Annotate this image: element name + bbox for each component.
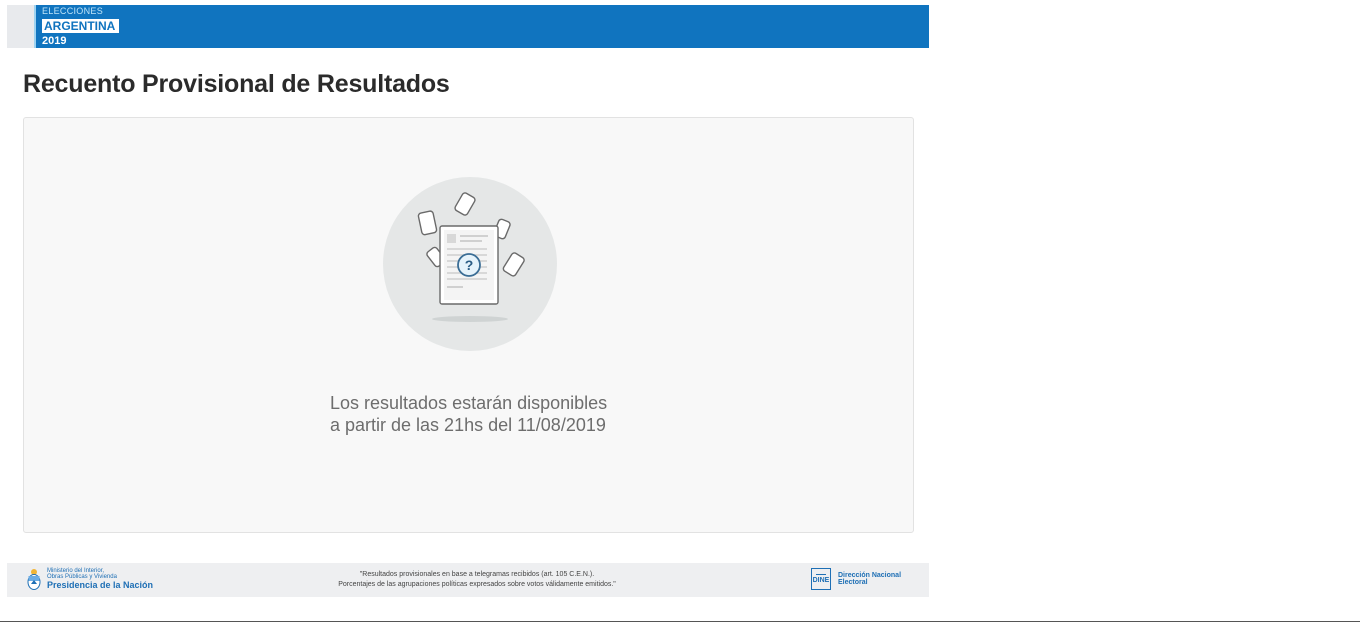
elections-logo: ELECCIONES ARGENTINA 2019 xyxy=(42,6,120,47)
disclaimer-line-2: Porcentajes de las agrupaciones política… xyxy=(338,581,616,588)
logo-stripe xyxy=(7,5,34,48)
results-availability-message: Los resultados estarán disponibles a par… xyxy=(330,392,607,436)
coat-of-arms-icon xyxy=(27,569,41,590)
dine-line-1: Dirección Nacional xyxy=(838,572,902,579)
disclaimer-line-1: "Resultados provisionales en base a tele… xyxy=(359,571,595,578)
logo-line-year: 2019 xyxy=(42,35,67,47)
dine-badge: DINE xyxy=(811,568,831,590)
message-line-2: a partir de las 21hs del 11/08/2019 xyxy=(330,415,606,435)
ballot-question-icon: ? xyxy=(382,176,558,352)
footer: Ministerio del Interior, Obras Públicas … xyxy=(7,563,929,597)
logo-line-elecciones: ELECCIONES xyxy=(42,6,104,16)
dine-line-2: Electoral xyxy=(838,579,868,586)
logo-line-argentina: ARGENTINA xyxy=(42,19,120,33)
results-card: ? Los resultados estarán disponibles a p… xyxy=(23,117,914,533)
header-banner: ELECCIONES ARGENTINA 2019 xyxy=(7,5,929,48)
svg-text:?: ? xyxy=(465,257,474,273)
logo-bars xyxy=(34,5,40,48)
ministry-logo[interactable]: Ministerio del Interior, Obras Públicas … xyxy=(27,568,153,590)
page: ELECCIONES ARGENTINA 2019 Recuento Provi… xyxy=(0,0,1360,624)
message-line-1: Los resultados estarán disponibles xyxy=(330,393,608,413)
bottom-divider xyxy=(0,621,1360,622)
page-title: Recuento Provisional de Resultados xyxy=(23,70,450,98)
footer-disclaimer: "Resultados provisionales en base a tele… xyxy=(257,570,697,590)
ministry-line-3: Presidencia de la Nación xyxy=(47,580,154,590)
dine-logo[interactable]: DINE Dirección Nacional Electoral xyxy=(811,568,901,590)
